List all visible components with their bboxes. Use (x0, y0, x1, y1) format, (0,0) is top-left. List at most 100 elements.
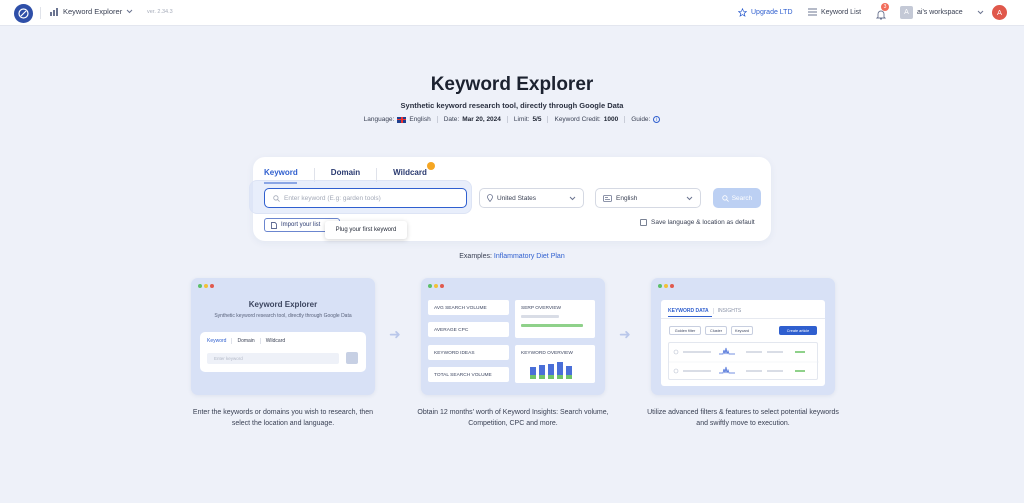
new-badge-icon (426, 162, 435, 170)
serp-label: SERP OVERVIEW (521, 306, 562, 311)
keyword-input[interactable]: Enter keyword (E.g: garden tools) (264, 188, 467, 208)
mini-chip: Keycard (731, 326, 753, 335)
app-switcher[interactable]: Keyword Explorer (50, 7, 133, 16)
workspace-label: ai's workspace (917, 9, 963, 16)
bar-chart-icon (530, 362, 572, 379)
workspace-switcher[interactable]: A ai's workspace (900, 6, 984, 19)
mini-serp-box: SERP OVERVIEW (515, 300, 595, 338)
mini-chip: Golden filter (669, 326, 701, 335)
workspace-avatar: A (900, 6, 913, 19)
meta-language: Language: English (358, 116, 438, 123)
arrow-right-icon: ➜ (389, 326, 401, 342)
mini-kw-overview-box: KEYWORD OVERVIEW (515, 345, 595, 383)
feature-description: Obtain 12 months' worth of Keyword Insig… (417, 409, 609, 427)
date-value: Mar 20, 2024 (462, 116, 501, 123)
translate-icon (603, 194, 612, 202)
first-keyword-tooltip: Plug your first keyword (325, 221, 407, 239)
mini-tab: Keyword (207, 338, 233, 344)
uk-flag-icon (397, 116, 407, 123)
guide-label: Guide: (631, 116, 651, 123)
meta-credit: Keyword Credit: 1000 (548, 116, 626, 123)
chevron-down-icon (126, 9, 133, 14)
window-dots (198, 284, 214, 288)
mini-search-card: Keyword Domain Wildcard Enter keyword (200, 332, 366, 372)
mini-tab: Wildcard (265, 338, 286, 344)
upgrade-button[interactable]: Upgrade LTD (738, 8, 793, 17)
notification-button[interactable]: 3 (875, 3, 889, 25)
chevron-down-icon (569, 196, 576, 200)
mini-tab: Domain (232, 338, 261, 344)
window-dots (428, 284, 444, 288)
serp-bar (521, 315, 559, 318)
mini-subtitle: Synthetic keyword research tool, directl… (214, 313, 352, 319)
mini-tabs: KEYWORD DATA INSIGHTS (668, 308, 742, 318)
save-default-label: Save language & location as default (651, 219, 755, 226)
search-icon (273, 194, 280, 202)
keyword-input-placeholder: Enter keyword (E.g: garden tools) (284, 194, 381, 202)
feature-panel-insights: AVG SEARCH VOLUME AVERAGE CPC KEYWORD ID… (421, 278, 605, 395)
search-icon (721, 194, 729, 202)
mini-tabs: Keyword Domain Wildcard (207, 338, 290, 344)
mini-table (668, 342, 819, 380)
location-pin-icon (487, 194, 493, 202)
page-title: Keyword Explorer (430, 74, 594, 95)
example-link[interactable]: Inflammatory Diet Plan (494, 253, 565, 260)
mini-box: KEYWORD IDEAS (428, 345, 509, 360)
keyword-list-label: Keyword List (821, 8, 862, 16)
feature-panel-search: Keyword Explorer Synthetic keyword resea… (191, 278, 375, 395)
app-logo-icon[interactable] (14, 4, 33, 23)
file-icon (271, 221, 277, 229)
app-name: Keyword Explorer (63, 7, 123, 16)
page-subtitle: Synthetic keyword research tool, directl… (400, 101, 624, 110)
limit-value: 5/5 (532, 116, 542, 123)
mini-box: AVERAGE CPC (428, 322, 509, 337)
serp-bar (521, 324, 583, 327)
mini-chip: Cluster (705, 326, 727, 335)
mini-title: Keyword Explorer (248, 300, 318, 309)
tab-wildcard-label: Wildcard (393, 168, 427, 177)
kw-overview-label: KEYWORD OVERVIEW (521, 351, 573, 356)
credit-value: 1000 (603, 116, 619, 123)
mini-table-rows (669, 347, 819, 374)
country-select[interactable]: United States (479, 188, 584, 208)
divider (661, 318, 825, 319)
country-value: United States (497, 194, 537, 202)
feature-panel-filters: KEYWORD DATA INSIGHTS Golden filter Clus… (651, 278, 835, 395)
date-label: Date: (443, 116, 460, 123)
language-select[interactable]: English (595, 188, 701, 208)
top-bar: Keyword Explorer ver. 2.34.3 Upgrade LTD… (0, 0, 1024, 26)
credit-label: Keyword Credit: (554, 116, 601, 123)
mini-keyword-data: KEYWORD DATA INSIGHTS Golden filter Clus… (661, 300, 825, 386)
meta-guide[interactable]: Guide: i (625, 116, 666, 123)
mini-box: TOTAL SEARCH VOLUME (428, 367, 509, 382)
upgrade-label: Upgrade LTD (751, 9, 793, 16)
divider (40, 7, 41, 19)
chart-icon (50, 7, 58, 16)
import-list-label: Import your list (281, 222, 321, 228)
search-button-label: Search (731, 194, 753, 202)
language-label: Language: (363, 116, 395, 123)
keyword-list-button[interactable]: Keyword List (808, 8, 861, 16)
meta-row: Language: English Date: Mar 20, 2024 Lim… (0, 116, 1024, 123)
mini-tab: INSIGHTS (717, 308, 742, 314)
meta-limit: Limit: 5/5 (508, 116, 549, 123)
examples-label: Examples: (459, 253, 492, 260)
arrow-right-icon: ➜ (619, 326, 631, 342)
feature-description: Utilize advanced filters & features to s… (647, 409, 839, 427)
info-icon[interactable]: i (653, 116, 661, 123)
mini-input: Enter keyword (207, 353, 339, 364)
feature-description: Enter the keywords or domains you wish t… (192, 409, 374, 427)
search-button[interactable]: Search (713, 188, 761, 208)
chevron-down-icon (686, 196, 693, 200)
language-value: English (409, 116, 431, 123)
save-default-checkbox[interactable] (640, 219, 647, 226)
version-label: ver. 2.34.3 (147, 9, 173, 15)
mini-chip-primary: Create article (779, 326, 817, 335)
mini-tab-active: KEYWORD DATA (668, 308, 714, 318)
limit-label: Limit: (513, 116, 530, 123)
user-avatar[interactable]: A (992, 5, 1007, 20)
chevron-down-icon (977, 10, 984, 15)
star-icon (738, 8, 747, 17)
window-dots (658, 284, 674, 288)
save-default-option[interactable]: Save language & location as default (640, 219, 755, 226)
